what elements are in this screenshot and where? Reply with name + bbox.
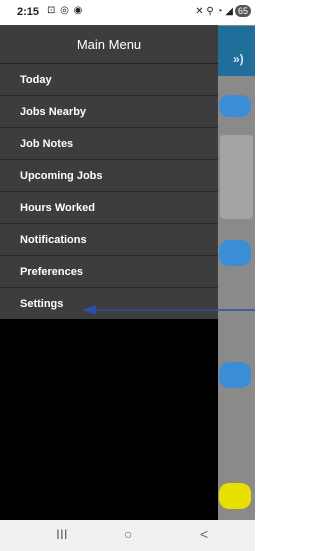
annotation-arrow — [82, 305, 255, 315]
battery-icon: 65 — [234, 5, 251, 17]
background-button — [219, 362, 251, 388]
menu-item-today[interactable]: Today — [0, 63, 218, 95]
status-time: 2:15 — [17, 6, 40, 18]
navigation-drawer: Main Menu Today Jobs Nearby Job Notes Up… — [0, 25, 218, 520]
background-button — [219, 483, 251, 509]
background-card — [220, 135, 253, 219]
menu-item-preferences[interactable]: Preferences — [0, 255, 218, 287]
menu-item-upcoming-jobs[interactable]: Upcoming Jobs — [0, 159, 218, 191]
background-button — [219, 95, 251, 117]
home-button[interactable]: ○ — [124, 526, 132, 542]
background-app-header — [218, 26, 255, 76]
back-button[interactable]: < — [200, 526, 208, 542]
menu-item-hours-worked[interactable]: Hours Worked — [0, 191, 218, 223]
system-navigation-bar: III ○ < — [0, 520, 255, 551]
drawer-title: Main Menu — [0, 25, 218, 63]
background-button — [219, 240, 251, 266]
menu-item-notifications[interactable]: Notifications — [0, 223, 218, 255]
recents-button[interactable]: III — [56, 526, 68, 542]
menu-item-jobs-nearby[interactable]: Jobs Nearby — [0, 95, 218, 127]
system-icons: ✕ ⚲ ◔ ◢ 65 — [195, 5, 251, 17]
notification-icons: ⊡ ◎ ◉ — [47, 5, 84, 16]
menu-item-job-notes[interactable]: Job Notes — [0, 127, 218, 159]
status-bar: 2:15 ⊡ ◎ ◉ ✕ ⚲ ◔ ◢ 65 — [0, 0, 255, 25]
signal-wifi-icons: ✕ ⚲ ◔ ◢ — [195, 5, 233, 17]
broadcast-icon: ») — [233, 52, 244, 66]
